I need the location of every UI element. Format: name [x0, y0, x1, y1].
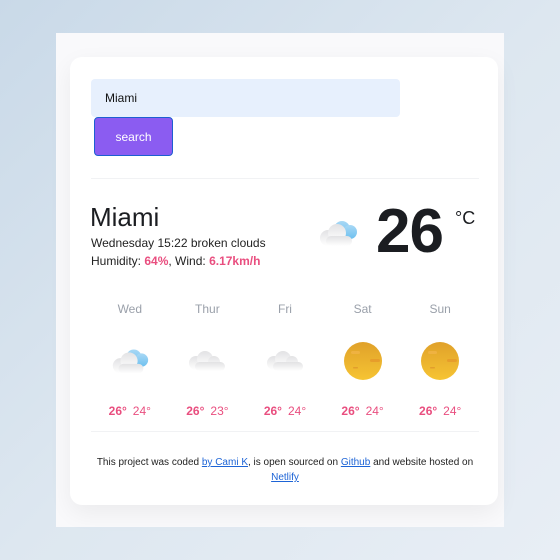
forecast-max-temp: 26°: [108, 404, 127, 418]
current-temperature: 26: [376, 197, 444, 266]
city-search-input[interactable]: [91, 79, 400, 117]
author-link[interactable]: by Cami K: [202, 457, 248, 468]
current-time: 15:22: [157, 236, 188, 250]
broken-clouds-icon: [112, 349, 148, 374]
forecast-min-temp: 24°: [443, 404, 462, 418]
forecast-min-temp: 24°: [132, 404, 151, 418]
forecast-day: Sat 26° 24°: [324, 300, 402, 418]
forecast-min-temp: 24°: [365, 404, 384, 418]
forecast-day-name: Wed: [117, 302, 143, 316]
date-description: Wednesday 15:22 broken clouds: [91, 236, 266, 250]
footer-text: , is open sourced on: [248, 457, 341, 468]
wind-value: 6.17km/h: [209, 254, 261, 268]
forecast-min-temp: 24°: [287, 404, 307, 418]
sun-icon: [421, 342, 460, 380]
sun-icon: [343, 342, 382, 380]
forecast-max-temp: 26°: [419, 404, 438, 418]
forecast-day-name: Fri: [277, 302, 292, 316]
forecast-day-name: Sat: [353, 302, 372, 316]
current-day: Wednesday: [91, 236, 155, 250]
weather-description: broken clouds: [190, 236, 266, 250]
forecast-max-temp: 26°: [341, 404, 360, 418]
forecast-day: Thur 26° 23°: [169, 300, 247, 418]
city-name: Miami: [90, 202, 160, 232]
forecast-max-temp: 26°: [186, 404, 205, 418]
temperature-unit[interactable]: °C: [455, 208, 475, 229]
forecast-row: Wed 26° 24° Thur 26° 23° Fri 26° 24° Sat…: [91, 300, 479, 418]
netlify-link[interactable]: Netlify: [271, 472, 299, 483]
clouds-icon: [266, 351, 303, 371]
humidity-wind: Humidity: 64%, Wind: 6.17km/h: [91, 254, 260, 268]
forecast-day: Wed 26° 24°: [91, 300, 169, 418]
footer: This project was coded by Cami K, is ope…: [86, 455, 484, 485]
github-link[interactable]: Github: [341, 457, 370, 468]
forecast-day: Fri 26° 24°: [246, 300, 324, 418]
humidity-label: Humidity:: [91, 254, 145, 268]
footer-text: and website hosted on: [370, 457, 474, 468]
humidity-value: 64%: [144, 254, 169, 268]
search-button[interactable]: search: [94, 117, 173, 156]
clouds-icon: [189, 351, 226, 371]
broken-clouds-icon: [320, 221, 357, 246]
forecast-day-name: Thur: [195, 302, 220, 316]
wind-label: , Wind:: [168, 254, 210, 268]
forecast-max-temp: 26°: [263, 404, 282, 418]
forecast-day: Sun 26° 24°: [401, 300, 479, 418]
forecast-day-name: Sun: [429, 302, 451, 316]
footer-text: This project was coded: [96, 457, 202, 468]
divider: [91, 178, 479, 179]
forecast-min-temp: 23°: [210, 404, 229, 418]
divider: [91, 431, 479, 432]
